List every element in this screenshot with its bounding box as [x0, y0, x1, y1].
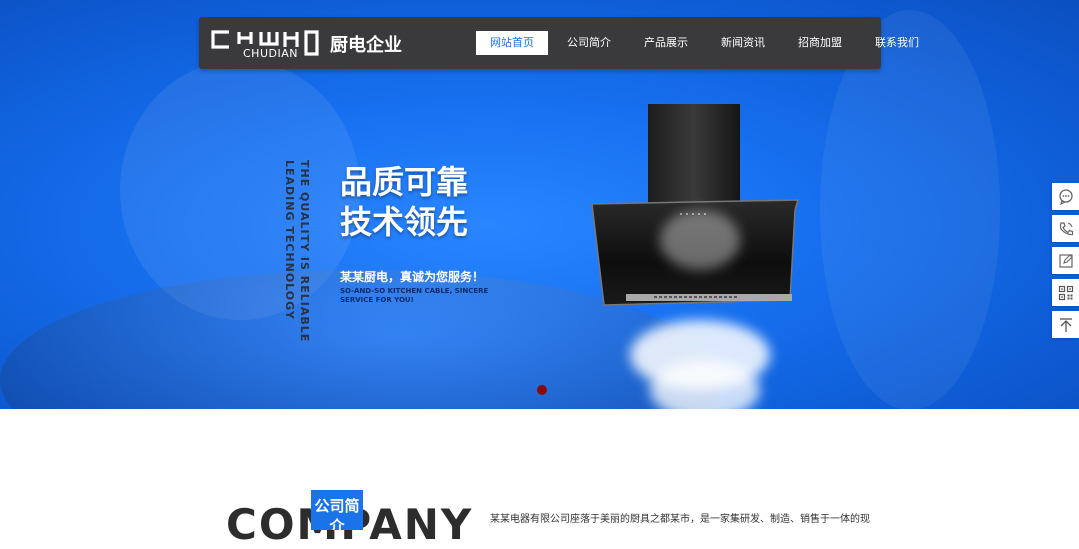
range-hood-image — [590, 100, 810, 409]
slogan-line-1: 品质可靠 — [340, 163, 469, 201]
phone-button[interactable] — [1052, 215, 1079, 242]
edit-icon — [1058, 253, 1073, 268]
company-badge: 公司简介 — [311, 490, 363, 530]
logo[interactable]: CHUDIAN 厨电企业 — [211, 28, 402, 60]
vertical-tagline-line1: THE QUALITY IS RELIABLE — [298, 160, 311, 343]
navbar: CHUDIAN 厨电企业 网站首页 公司简介 产品展示 新闻资讯 招商加盟 联系… — [199, 17, 919, 69]
company-description: 某某电器有限公司座落于美丽的厨具之都某市，是一家集研发、制造、销售于一体的现代 — [490, 514, 870, 525]
slogan-line-2: 技术领先 — [340, 203, 469, 241]
background-figure — [820, 10, 1000, 409]
logo-subtext: CHUDIAN — [241, 47, 300, 60]
side-toolbar — [1052, 183, 1079, 343]
hero-subtitle: 某某厨电，真诚为您服务！ — [340, 270, 485, 284]
nav-item-contact[interactable]: 联系我们 — [861, 31, 933, 55]
steam — [660, 210, 740, 270]
message-button[interactable] — [1052, 247, 1079, 274]
nav-item-franchise[interactable]: 招商加盟 — [784, 31, 856, 55]
vertical-tagline-line2: LEADING TECHNOLOGY — [283, 160, 296, 320]
qr-code-button[interactable] — [1052, 279, 1079, 306]
logo-mark: CHUDIAN — [211, 28, 321, 60]
back-to-top-icon — [1059, 317, 1072, 332]
main-nav: 网站首页 公司简介 产品展示 新闻资讯 招商加盟 联系我们 — [476, 31, 938, 55]
customer-service-icon — [1058, 188, 1073, 205]
hero-subtitle-en: SO-AND-SO KITCHEN CABLE, SINCERE SERVICE… — [340, 287, 489, 304]
company-section: COMPANY 公司简介 某某电器有限公司座落于美丽的厨具之都某市，是一家集研发… — [0, 409, 1079, 546]
nav-item-about[interactable]: 公司简介 — [553, 31, 625, 55]
hero-banner: CHUDIAN 厨电企业 网站首页 公司简介 产品展示 新闻资讯 招商加盟 联系… — [0, 0, 1079, 409]
hero-slogan: 品质可靠 技术领先 — [340, 162, 468, 242]
nav-item-products[interactable]: 产品展示 — [630, 31, 702, 55]
company-name: 厨电企业 — [330, 35, 402, 56]
nav-item-home[interactable]: 网站首页 — [476, 31, 548, 55]
vertical-tagline: THE QUALITY IS RELIABLE LEADING TECHNOLO… — [280, 160, 314, 342]
back-to-top-button[interactable] — [1052, 311, 1079, 338]
qr-code-icon — [1058, 285, 1073, 300]
slider-dot-active[interactable] — [537, 385, 547, 395]
phone-icon — [1059, 221, 1073, 235]
nav-item-news[interactable]: 新闻资讯 — [707, 31, 779, 55]
customer-service-button[interactable] — [1052, 183, 1079, 210]
